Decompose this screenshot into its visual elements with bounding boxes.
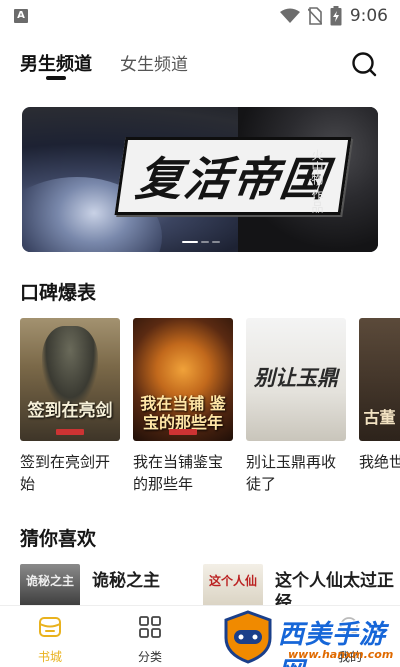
recommendation-item[interactable]: 这个人仙 这个人仙太过正经 xyxy=(203,564,400,613)
cover-title-text: 古董 xyxy=(363,408,396,427)
book-cover: 签到在亮剑 xyxy=(20,318,120,441)
tab-female-channel[interactable]: 女生频道 xyxy=(120,50,188,75)
book-card[interactable]: 我在当铺 鉴宝的那些年 我在当铺鉴宝的那些年 xyxy=(133,318,233,495)
publisher-badge xyxy=(169,429,197,435)
rec-cover: 这个人仙 xyxy=(203,564,263,608)
channel-tabs: 男生频道 女生频道 xyxy=(0,44,400,88)
cover-title-text: 这个人仙 xyxy=(208,574,257,588)
book-title: 我在当铺鉴宝的那些年 xyxy=(133,453,224,493)
watermark-url: www.hanxm.com xyxy=(288,648,394,661)
publisher-badge xyxy=(56,429,84,435)
status-bar: A 9:06 xyxy=(0,0,400,32)
nav-category-label: 分类 xyxy=(137,650,162,664)
book-title: 签到在亮剑开始 xyxy=(20,453,111,493)
book-cover: 我在当铺 鉴宝的那些年 xyxy=(133,318,233,441)
clock: 9:06 xyxy=(349,6,388,26)
book-cover: 古董 xyxy=(359,318,400,441)
book-card[interactable]: 签到在亮剑 签到在亮剑开始 xyxy=(20,318,120,495)
grid-icon xyxy=(139,616,161,638)
bookstore-icon xyxy=(39,617,61,637)
carousel-dot-active xyxy=(182,241,198,243)
recommendation-item[interactable]: 诡秘之主 诡秘之主 xyxy=(20,564,160,608)
cover-title-text: 签到在亮剑 xyxy=(27,401,113,421)
cover-title-text: 别让玉鼎 xyxy=(254,366,338,390)
tab-male-channel[interactable]: 男生频道 xyxy=(20,50,92,76)
search-icon[interactable] xyxy=(350,50,378,78)
nav-bookstore-label: 书城 xyxy=(37,650,62,664)
carousel-dot xyxy=(201,241,209,243)
book-card[interactable]: 古董 我绝世神秘 xyxy=(359,318,400,473)
gamepad-logo-icon xyxy=(224,610,272,664)
cover-title-text: 我在当铺 鉴宝的那些年 xyxy=(140,394,226,432)
banner-carousel[interactable]: 复活帝国 火中物 作品 xyxy=(22,107,378,252)
book-title: 我绝世神秘 xyxy=(359,453,400,471)
banner-author: 火中物 作品 xyxy=(310,149,324,213)
nav-bookstore[interactable]: 书城 xyxy=(20,614,80,665)
book-title: 别让玉鼎再收徒了 xyxy=(246,453,337,493)
section-title-guess-you-like: 猜你喜欢 xyxy=(20,528,97,550)
book-cover: 别让玉鼎 xyxy=(246,318,346,441)
app-notification-icon: A xyxy=(14,9,28,23)
active-tab-indicator xyxy=(46,76,66,80)
rec-cover: 诡秘之主 xyxy=(20,564,80,608)
no-sim-icon xyxy=(307,7,322,25)
carousel-indicator xyxy=(182,241,220,243)
nav-category[interactable]: 分类 xyxy=(120,614,180,665)
battery-charging-icon xyxy=(330,6,342,26)
carousel-dot xyxy=(212,241,220,243)
status-icons: 9:06 xyxy=(279,5,388,27)
section-title-word-of-mouth: 口碑爆表 xyxy=(20,282,97,304)
site-watermark: 西美手游网 www.hanxm.com xyxy=(222,610,400,667)
cover-soldier-art xyxy=(42,326,98,406)
cover-title-text: 诡秘之主 xyxy=(25,574,74,588)
rec-title: 诡秘之主 xyxy=(92,571,160,591)
book-card[interactable]: 别让玉鼎 别让玉鼎再收徒了 xyxy=(246,318,346,495)
wifi-icon xyxy=(279,8,300,23)
